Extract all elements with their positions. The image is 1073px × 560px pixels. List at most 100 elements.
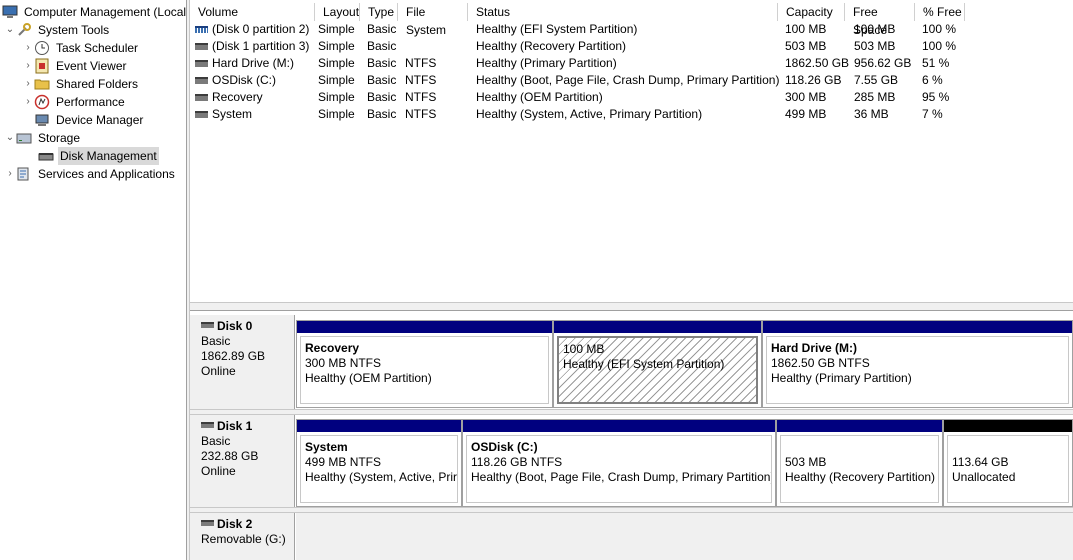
cell-type: Basic: [367, 22, 397, 36]
disk-name: Disk 0: [217, 319, 253, 333]
tree-item-disk-management[interactable]: Disk Management: [38, 147, 159, 165]
tree-item-task-scheduler[interactable]: › Task Scheduler: [22, 39, 140, 57]
chevron-down-icon[interactable]: ⌄: [4, 21, 16, 39]
table-row[interactable]: OSDisk (C:) Simple Basic NTFS Healthy (B…: [190, 72, 1073, 89]
partition-status: Healthy (EFI System Partition): [563, 357, 725, 371]
cell-volume: Hard Drive (M:): [212, 56, 295, 70]
cell-capacity: 503 MB: [785, 39, 827, 53]
table-row[interactable]: Hard Drive (M:) Simple Basic NTFS Health…: [190, 55, 1073, 72]
tree-label: Task Scheduler: [56, 41, 139, 55]
cell-type: Basic: [367, 90, 397, 104]
chevron-right-icon[interactable]: ›: [22, 57, 34, 75]
cell-type: Basic: [367, 107, 397, 121]
table-row[interactable]: (Disk 1 partition 3) Simple Basic Health…: [190, 38, 1073, 55]
column-header-capacity[interactable]: Capacity: [778, 3, 845, 21]
partition-recovery[interactable]: Recovery 300 MB NTFS Healthy (OEM Partit…: [296, 320, 553, 408]
partition-size: 100 MB: [563, 342, 605, 356]
column-header-file-system[interactable]: File System: [398, 3, 468, 37]
chevron-right-icon[interactable]: ›: [22, 75, 34, 93]
cell-type: Basic: [367, 39, 397, 53]
partition-system[interactable]: System 499 MB NTFS Healthy (System, Acti…: [296, 419, 462, 507]
cell-percent-free: 6 %: [922, 73, 943, 87]
chevron-down-icon[interactable]: ⌄: [4, 129, 16, 147]
partition-status: Unallocated: [952, 470, 1016, 484]
chevron-right-icon[interactable]: ›: [22, 93, 34, 111]
tree-item-device-manager[interactable]: Device Manager: [34, 111, 145, 129]
cell-layout: Simple: [318, 107, 355, 121]
cell-volume: System: [212, 107, 253, 121]
partition-size: 1862.50 GB NTFS: [771, 356, 870, 370]
partition-size: 118.26 GB NTFS: [471, 455, 563, 469]
tree-item-performance[interactable]: › Performance: [22, 93, 127, 111]
performance-icon: [34, 94, 50, 110]
partition-bar: [763, 321, 1072, 333]
cell-capacity: 1862.50 GB: [785, 56, 850, 70]
partition-size: 503 MB: [785, 455, 827, 469]
partition-bar: [777, 420, 942, 432]
volume-icon: [195, 60, 208, 67]
disk-2-label[interactable]: Disk 2 Removable (G:): [190, 513, 295, 560]
tree-item-shared-folders[interactable]: › Shared Folders: [22, 75, 140, 93]
cell-status: Healthy (OEM Partition): [476, 90, 603, 104]
chevron-right-icon[interactable]: ›: [22, 39, 34, 57]
disk-map: Disk 0 Basic 1862.89 GB Online Recovery …: [190, 311, 1073, 560]
table-row[interactable]: (Disk 0 partition 2) Simple Basic Health…: [190, 21, 1073, 38]
partition-title: Recovery: [305, 341, 360, 355]
partition-recovery-disk1[interactable]: 503 MB Healthy (Recovery Partition): [776, 419, 943, 507]
column-header-layout[interactable]: Layout: [315, 3, 360, 21]
cell-layout: Simple: [318, 90, 355, 104]
chevron-right-icon[interactable]: ›: [4, 165, 16, 183]
cell-free-space: 7.55 GB: [854, 73, 899, 87]
disk-name: Disk 1: [217, 419, 253, 433]
clock-icon: [34, 40, 50, 56]
horizontal-splitter[interactable]: [190, 302, 1073, 311]
cell-status: Healthy (Boot, Page File, Crash Dump, Pr…: [476, 73, 780, 87]
partition-size: 113.64 GB: [952, 455, 1009, 469]
tree-item-event-viewer[interactable]: › Event Viewer: [22, 57, 128, 75]
tree-label: Shared Folders: [56, 77, 139, 91]
column-header-type[interactable]: Type: [360, 3, 398, 21]
storage-icon: [16, 130, 32, 146]
disk-icon: [201, 520, 214, 526]
tree-item-services-and-applications[interactable]: › Services and Applications: [4, 165, 177, 183]
partition-unallocated[interactable]: 113.64 GB Unallocated: [943, 419, 1073, 507]
cell-volume: Recovery: [212, 90, 263, 104]
shared-folder-icon: [34, 76, 50, 92]
disk-1-label[interactable]: Disk 1 Basic 232.88 GB Online: [190, 415, 295, 507]
partition-osdisk[interactable]: OSDisk (C:) 118.26 GB NTFS Healthy (Boot…: [462, 419, 776, 507]
cell-layout: Simple: [318, 39, 355, 53]
column-header-free-space[interactable]: Free Space: [845, 3, 915, 37]
volume-list-header: Volume Layout Type File System Status Ca…: [190, 3, 1073, 37]
cell-volume: (Disk 1 partition 3): [212, 39, 310, 53]
disk-state: Online: [201, 364, 236, 378]
disk-name: Disk 2: [217, 517, 253, 531]
cell-capacity: 100 MB: [785, 22, 827, 36]
disk-0-partitions: Recovery 300 MB NTFS Healthy (OEM Partit…: [296, 320, 1073, 408]
partition-bar: [297, 420, 461, 432]
partition-title: OSDisk (C:): [471, 440, 538, 454]
disk-management-pane: Volume Layout Type File System Status Ca…: [190, 0, 1073, 560]
tree-item-storage[interactable]: ⌄ Storage: [4, 129, 82, 147]
tree-label: Disk Management: [58, 147, 159, 165]
table-row[interactable]: Recovery Simple Basic NTFS Healthy (OEM …: [190, 89, 1073, 106]
column-header-volume[interactable]: Volume: [190, 3, 315, 21]
tools-icon: [16, 22, 32, 38]
partition-hard-drive[interactable]: Hard Drive (M:) 1862.50 GB NTFS Healthy …: [762, 320, 1073, 408]
navigation-tree: Computer Management (Local ⌄ System Tool…: [0, 0, 186, 560]
table-row[interactable]: System Simple Basic NTFS Healthy (System…: [190, 106, 1073, 123]
device-manager-icon: [34, 112, 50, 128]
cell-capacity: 300 MB: [785, 90, 827, 104]
tree-item-system-tools[interactable]: ⌄ System Tools: [4, 21, 111, 39]
disk-2-partitions: [296, 513, 1073, 560]
services-icon: [16, 166, 32, 182]
tree-item-computer-management[interactable]: Computer Management (Local: [2, 3, 186, 21]
cell-percent-free: 51 %: [922, 56, 950, 70]
disk-icon: [201, 422, 214, 428]
cell-capacity: 118.26 GB: [785, 73, 842, 87]
column-header-percent-free[interactable]: % Free: [915, 3, 965, 21]
column-header-status[interactable]: Status: [468, 3, 778, 21]
cell-free-space: 503 MB: [854, 39, 896, 53]
disk-type: Basic: [201, 434, 231, 448]
disk-0-label[interactable]: Disk 0 Basic 1862.89 GB Online: [190, 315, 295, 409]
partition-efi[interactable]: 100 MB Healthy (EFI System Partition): [553, 320, 762, 408]
